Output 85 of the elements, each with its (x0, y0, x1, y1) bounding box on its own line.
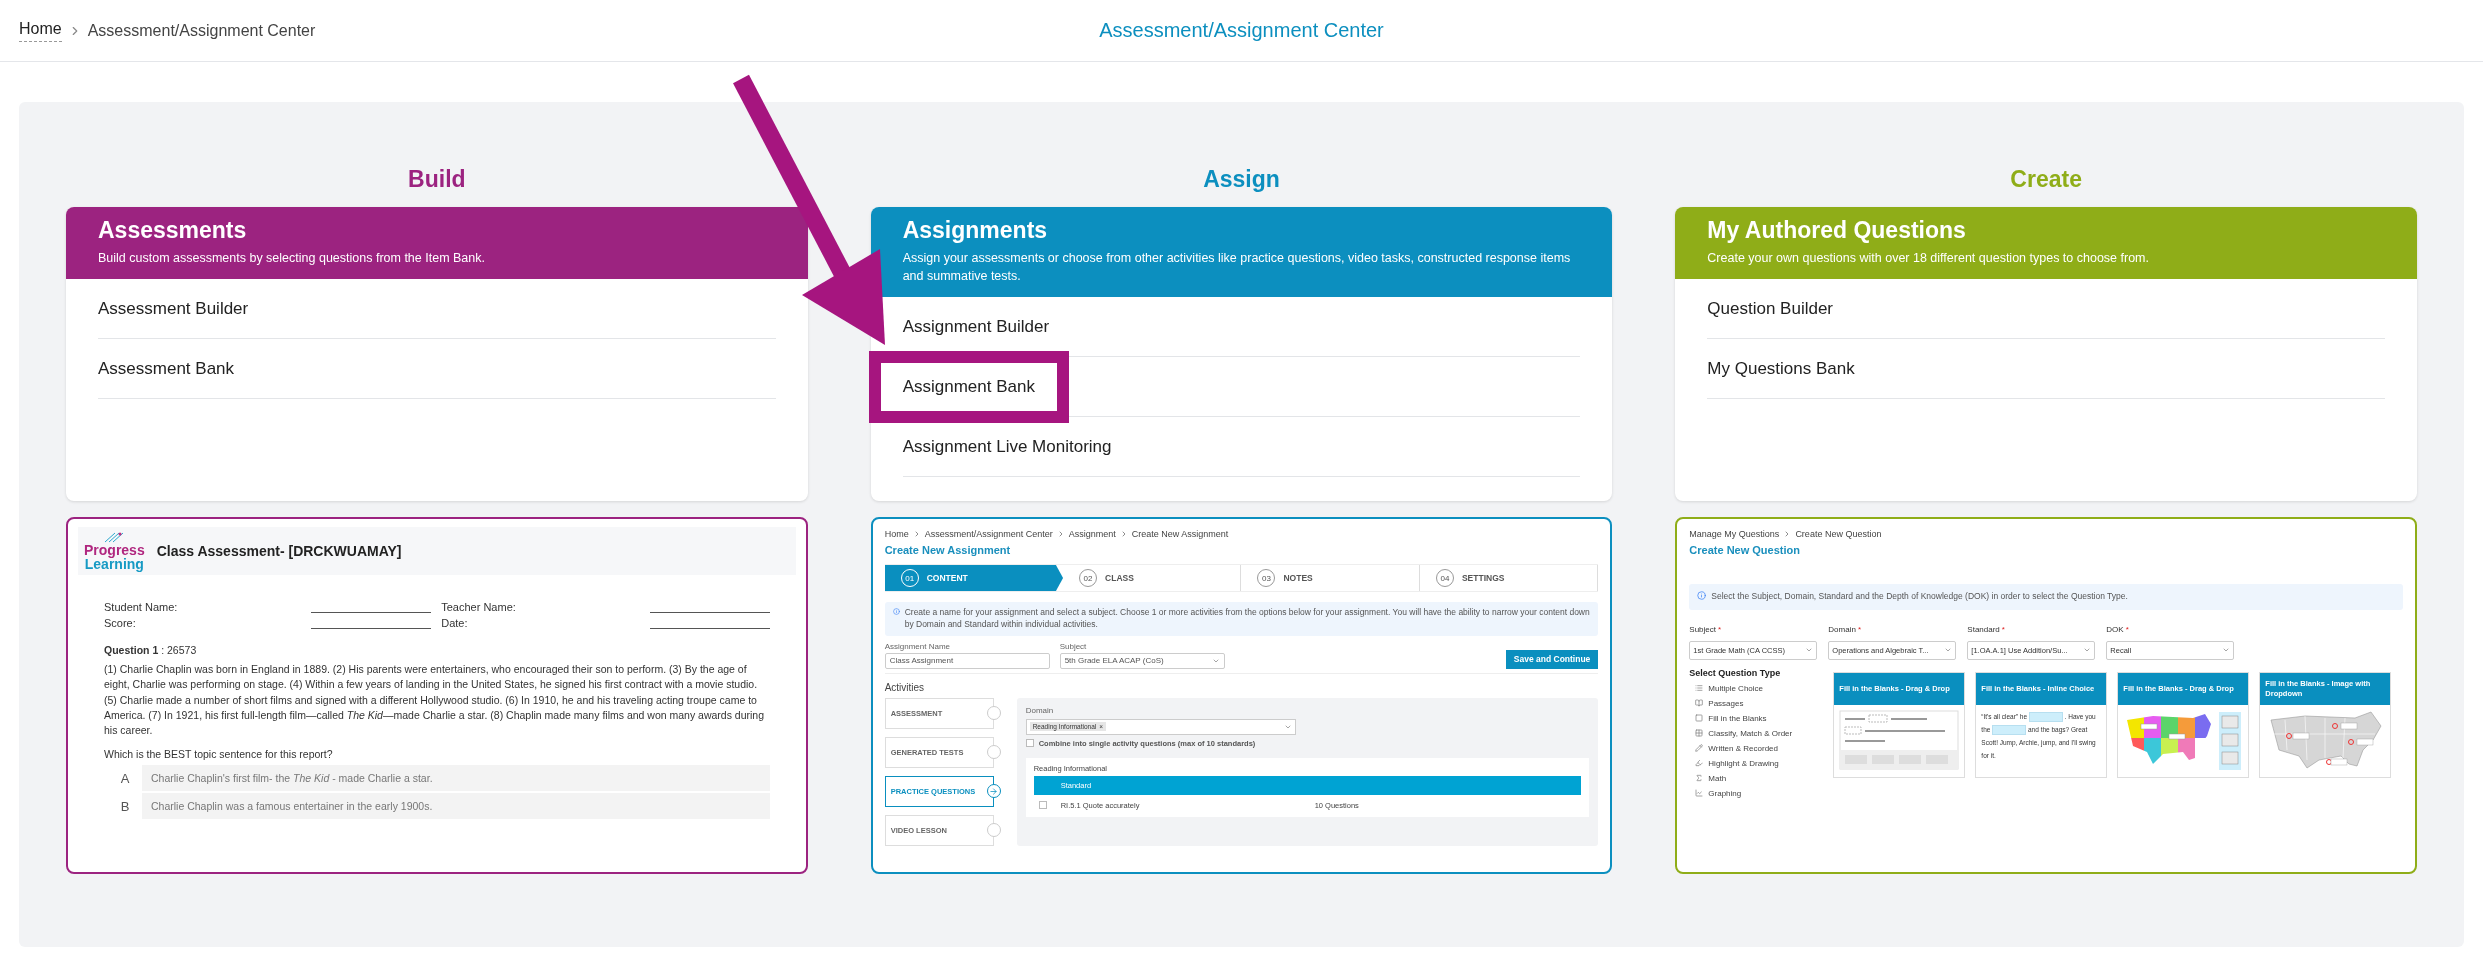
menu-link[interactable]: Assessment Builder (98, 298, 249, 319)
menu-link[interactable]: Assessment Bank (98, 358, 235, 379)
field-label: Subject (1059, 641, 1088, 651)
book-icon (1695, 699, 1704, 708)
question-type-link[interactable]: Written & Recorded (1689, 743, 1820, 753)
info-icon (1697, 591, 1707, 600)
answer-choice[interactable]: A Charlie Chaplin's first film- the The Kid - made Charlie a star. (108, 765, 770, 792)
field-label: Teacher Name: (441, 601, 517, 613)
question-type-link[interactable]: Math (1689, 773, 1820, 783)
input-field[interactable]: Class Assignment (884, 652, 1050, 669)
answer-choice[interactable]: B Charlie Chaplin was a famous entertainer in the early 1900s. (108, 793, 770, 820)
save-button[interactable]: Save and Continue (1505, 649, 1599, 669)
section-title: Select Question Type (1689, 667, 1782, 678)
breadcrumb-link[interactable]: Assessment/Assignment Center (924, 529, 1053, 539)
status-circle (986, 823, 1001, 838)
choice-letter: B (108, 793, 142, 820)
page-heading: Create New Assignment (884, 544, 1012, 556)
question-type-link[interactable]: Highlight & Drawing (1689, 758, 1820, 768)
question-type-link[interactable]: Graphing (1689, 788, 1820, 798)
breadcrumb-link[interactable]: Home (884, 529, 909, 539)
question-prompt: Which is the BEST topic sentence for this report? (104, 748, 334, 761)
required-mark: * (1718, 624, 1722, 634)
card-title: Assignments (902, 217, 1049, 244)
question-number: Question 1 : 26573 (104, 643, 198, 658)
breadcrumb-link[interactable]: Home (19, 19, 62, 42)
field-label: Date: (441, 617, 469, 629)
menu-link[interactable]: Question Builder (1707, 298, 1833, 319)
sigma-icon (1695, 774, 1704, 783)
passage-text: (1) Charlie Chaplin was born in England in 1889. (2) His parents were entertainers, who encouraged their son to perform. (3) By the age of eight, Charlie was performing on stage. (4) Within a few years of landing in the United States, he signed his first contract with a movie studio. (5) Charlie made a number of short films and signed with a different Hollywood studio. (6) In 1910, he and his traveling acting troupe came to America. (7) In 1921, his first full-length film—called The Kid—made Charlie a star. (8) Chaplin made many films and won many awards during his career. (104, 662, 766, 739)
choice-text: Charlie Chaplin was a famous entertainer in the early 1900s. (150, 800, 433, 813)
highlighter-icon (1695, 759, 1704, 768)
question-type-link[interactable]: Fill in the Blanks (1689, 713, 1820, 723)
field-label: Standard (1967, 624, 2000, 634)
info-text: Create a name for your assignment and select a subject. Choose 1 or more activities from the options below for your assignment. You will have the ability to narrow your content down by Domain and Standard within individual activities. (904, 607, 1591, 631)
status-circle (986, 706, 1001, 721)
card-subtitle: Build custom assessments by selecting questions from the Item Bank. (98, 250, 486, 267)
info-text: Select the Subject, Domain, Standard and the Depth of Knowledge (DOK) in order to select the Question Type. (1711, 591, 2128, 603)
pencil-icon (1695, 744, 1704, 753)
line-chart-icon (1695, 789, 1704, 798)
choice-text: Charlie Chaplin's first film- the The Kid - made Charlie a star. (150, 772, 433, 785)
step-tab[interactable]: 01 CONTENT (884, 565, 1064, 591)
column-heading: Assign (1202, 166, 1281, 193)
required-mark: * (2125, 624, 2129, 634)
question-type-link[interactable]: Classify, Match & Order (1689, 728, 1820, 738)
field-label: DOK (2106, 624, 2124, 634)
menu-link[interactable]: Assignment Live Monitoring (902, 436, 1112, 457)
section-title: Activities (884, 681, 926, 693)
status-circle (986, 745, 1001, 760)
blank-field[interactable] (1992, 725, 2027, 736)
breadcrumb-current: Assessment/Assignment Center (87, 21, 316, 40)
required-mark: * (1857, 624, 1862, 634)
breadcrumb-link[interactable]: Manage My Questions (1689, 529, 1780, 539)
question-type-link[interactable]: Passages (1689, 698, 1820, 708)
card-title: My Authored Questions (1707, 217, 1967, 244)
field-label: Domain (1828, 624, 1856, 634)
field-label: Domain (1025, 705, 1055, 715)
column-heading: Create (2009, 166, 2083, 193)
input-field[interactable]: 5th Grade ELA ACAP (CoS) (1059, 652, 1225, 669)
breadcrumb-link[interactable]: Assignment (1068, 529, 1116, 539)
field-label: Subject (1689, 624, 1716, 634)
question-type-link[interactable]: Multiple Choice (1689, 683, 1820, 693)
card-title: Assessments (98, 217, 248, 244)
column-heading: Build (407, 166, 467, 193)
checkbox[interactable] (1038, 801, 1047, 810)
list-icon (1695, 684, 1704, 693)
stars-icon (103, 531, 126, 543)
page-heading: Create New Question (1689, 544, 1801, 556)
required-mark: * (2001, 624, 2005, 634)
info-icon (892, 607, 900, 616)
grid-icon (1695, 729, 1704, 738)
field-label: Student Name: (104, 601, 179, 613)
assessment-title: Class Assessment- [DRCKWUAMAY] (156, 543, 402, 559)
menu-link[interactable]: Assignment Builder (902, 316, 1050, 337)
card-subtitle: Assign your assessments or choose from other activities like practice questions, video tasks, constructed response items and summative tests. (902, 250, 1572, 286)
checkbox[interactable] (1025, 739, 1034, 748)
menu-link[interactable]: My Questions Bank (1707, 358, 1855, 379)
logo-text: Progress (84, 543, 145, 557)
card-subtitle: Create your own questions with over 18 different question types to choose from. (1707, 250, 2150, 267)
field-label: Assignment Name (884, 641, 951, 651)
blank-field[interactable] (2028, 712, 2063, 723)
choice-letter: A (108, 765, 142, 792)
field-label: Score: (104, 617, 137, 629)
page-title: Assessment/Assignment Center (1099, 19, 1384, 42)
square-icon (1695, 714, 1704, 723)
logo-text: Learning (84, 557, 144, 571)
